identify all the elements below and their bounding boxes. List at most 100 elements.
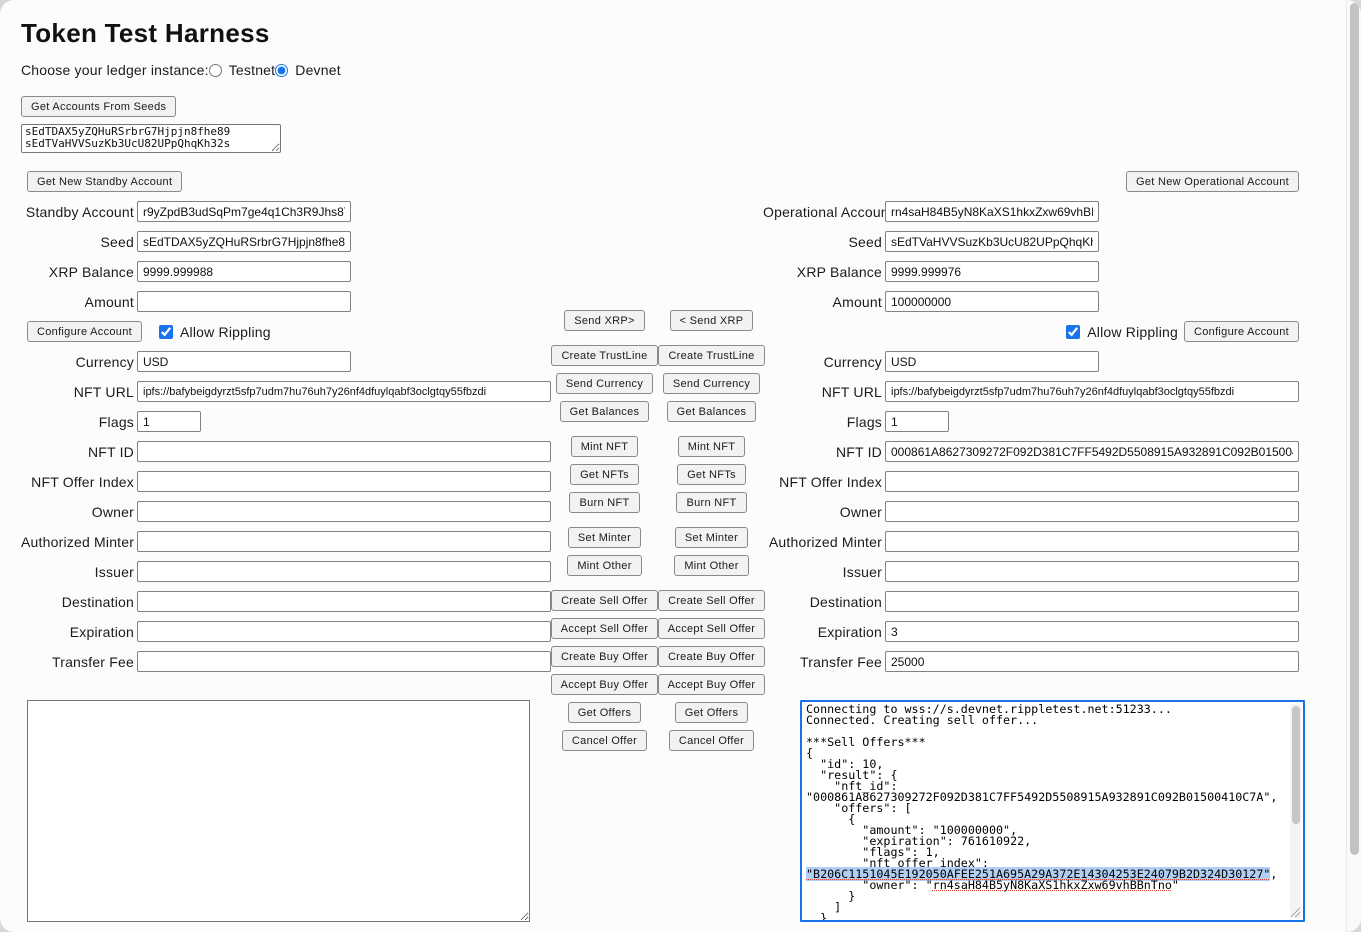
operational-owner-input[interactable] [885, 501, 1299, 522]
ledger-instance-chooser: Choose your ledger instance: Testnet Dev… [21, 62, 341, 78]
operational-amount-label: Amount [763, 294, 885, 310]
devnet-radio[interactable] [275, 64, 288, 77]
operational-currency-input[interactable] [885, 351, 1099, 372]
standby-get-nfts-button[interactable]: Get NFTs [570, 464, 639, 485]
testnet-radio[interactable] [209, 64, 222, 77]
operational-create-buy-offer-button[interactable]: Create Buy Offer [658, 646, 765, 667]
standby-destination-input[interactable] [137, 591, 551, 612]
standby-create-trustline-button[interactable]: Create TrustLine [551, 345, 657, 366]
seeds-textarea[interactable]: sEdTDAX5yZQHuRSrbrG7Hjpjn8fhe89 sEdTVaHV… [21, 124, 281, 153]
standby-currency-input[interactable] [137, 351, 351, 372]
operational-nft-offer-index-input[interactable] [885, 471, 1299, 492]
operational-account-label: Operational Account [763, 204, 885, 220]
operational-nft-id-input[interactable] [885, 441, 1299, 462]
standby-nft-offer-index-label: NFT Offer Index [21, 474, 137, 490]
standby-currency-row: Currency [21, 351, 551, 372]
operational-flags-label: Flags [763, 414, 885, 430]
standby-destination-label: Destination [21, 594, 137, 610]
standby-get-balances-button[interactable]: Get Balances [560, 401, 650, 422]
operational-nft-url-input[interactable] [885, 381, 1299, 402]
page-title: Token Test Harness [21, 18, 270, 49]
operational-get-offers-button[interactable]: Get Offers [675, 702, 749, 723]
standby-mint-nft-button[interactable]: Mint NFT [571, 436, 639, 457]
standby-xrp-balance-label: XRP Balance [21, 264, 137, 280]
operational-expiration-input[interactable] [885, 621, 1299, 642]
standby-results-textarea[interactable] [27, 700, 530, 922]
get-new-standby-account-button[interactable]: Get New Standby Account [27, 171, 182, 192]
operational-destination-input[interactable] [885, 591, 1299, 612]
standby-authorized-minter-input[interactable] [137, 531, 551, 552]
operational-get-nfts-button[interactable]: Get NFTs [677, 464, 746, 485]
operational-mint-nft-button[interactable]: Mint NFT [678, 436, 746, 457]
operational-send-xrp-button[interactable]: < Send XRP [670, 310, 754, 331]
console-resize-handle[interactable] [1291, 908, 1300, 917]
operational-currency-label: Currency [763, 354, 885, 370]
standby-issuer-input[interactable] [137, 561, 551, 582]
operational-results-console[interactable]: Connecting to wss://s.devnet.rippletest.… [800, 700, 1305, 922]
standby-transfer-fee-input[interactable] [137, 651, 551, 672]
operational-issuer-input[interactable] [885, 561, 1299, 582]
standby-flags-input[interactable] [137, 411, 201, 432]
operational-amount-input[interactable] [885, 291, 1099, 312]
standby-create-sell-offer-button[interactable]: Create Sell Offer [551, 590, 658, 611]
operational-accept-sell-offer-button[interactable]: Accept Sell Offer [658, 618, 765, 639]
get-new-operational-account-button[interactable]: Get New Operational Account [1126, 171, 1299, 192]
standby-cancel-offer-button[interactable]: Cancel Offer [562, 730, 647, 751]
operational-configure-account-button[interactable]: Configure Account [1184, 321, 1299, 342]
get-accounts-from-seeds-button[interactable]: Get Accounts From Seeds [21, 96, 176, 117]
standby-nft-id-input[interactable] [137, 441, 551, 462]
operational-column: Get New Operational Account Operational … [763, 171, 1299, 681]
standby-mint-other-button[interactable]: Mint Other [567, 555, 641, 576]
standby-allow-rippling-checkbox[interactable] [159, 325, 173, 339]
operational-transfer-fee-input[interactable] [885, 651, 1299, 672]
operational-account-input[interactable] [885, 201, 1099, 222]
operational-get-balances-button[interactable]: Get Balances [667, 401, 757, 422]
operational-flags-input[interactable] [885, 411, 949, 432]
operational-issuer-row: Issuer [763, 561, 1299, 582]
operational-expiration-label: Expiration [763, 624, 885, 640]
standby-amount-input[interactable] [137, 291, 351, 312]
operational-create-trustline-button[interactable]: Create TrustLine [658, 345, 764, 366]
standby-account-input[interactable] [137, 201, 351, 222]
operational-allow-rippling-checkbox[interactable] [1066, 325, 1080, 339]
standby-nft-id-label: NFT ID [21, 444, 137, 460]
operational-accept-buy-offer-button[interactable]: Accept Buy Offer [658, 674, 766, 695]
operational-mint-other-button[interactable]: Mint Other [674, 555, 748, 576]
standby-nft-offer-index-input[interactable] [137, 471, 551, 492]
standby-send-currency-button[interactable]: Send Currency [556, 373, 653, 394]
operational-burn-nft-button[interactable]: Burn NFT [676, 492, 746, 513]
operational-allow-rippling-label[interactable]: Allow Rippling [1087, 324, 1178, 340]
operational-seed-input[interactable] [885, 231, 1099, 252]
console-scrollbar[interactable] [1290, 704, 1301, 918]
page-scrollbar[interactable] [1346, 0, 1361, 932]
standby-seed-input[interactable] [137, 231, 351, 252]
standby-account-label: Standby Account [21, 204, 137, 220]
page-scrollbar-thumb[interactable] [1350, 3, 1359, 855]
standby-send-xrp-button[interactable]: Send XRP> [564, 310, 645, 331]
testnet-radio-label[interactable]: Testnet [229, 62, 276, 78]
operational-set-minter-button[interactable]: Set Minter [675, 527, 748, 548]
standby-accept-buy-offer-button[interactable]: Accept Buy Offer [551, 674, 659, 695]
standby-burn-nft-button[interactable]: Burn NFT [569, 492, 639, 513]
standby-set-minter-button[interactable]: Set Minter [568, 527, 641, 548]
standby-configure-account-button[interactable]: Configure Account [27, 321, 142, 342]
operational-send-currency-button[interactable]: Send Currency [663, 373, 760, 394]
middle-actions: Send XRP> < Send XRP Create TrustLine Cr… [551, 310, 765, 758]
operational-authorized-minter-input[interactable] [885, 531, 1299, 552]
standby-amount-label: Amount [21, 294, 137, 310]
standby-create-buy-offer-button[interactable]: Create Buy Offer [551, 646, 658, 667]
standby-nft-url-input[interactable] [137, 381, 551, 402]
standby-allow-rippling-label[interactable]: Allow Rippling [180, 324, 271, 340]
standby-owner-input[interactable] [137, 501, 551, 522]
standby-xrp-balance-input[interactable] [137, 261, 351, 282]
standby-expiration-input[interactable] [137, 621, 551, 642]
devnet-radio-label[interactable]: Devnet [295, 62, 341, 78]
standby-accept-sell-offer-button[interactable]: Accept Sell Offer [551, 618, 658, 639]
operational-create-sell-offer-button[interactable]: Create Sell Offer [658, 590, 765, 611]
operational-cancel-offer-button[interactable]: Cancel Offer [669, 730, 754, 751]
standby-seed-label: Seed [21, 234, 137, 250]
standby-get-offers-button[interactable]: Get Offers [568, 702, 642, 723]
operational-xrp-balance-input[interactable] [885, 261, 1099, 282]
console-scrollbar-thumb[interactable] [1292, 706, 1300, 824]
standby-nft-id-row: NFT ID [21, 441, 551, 462]
